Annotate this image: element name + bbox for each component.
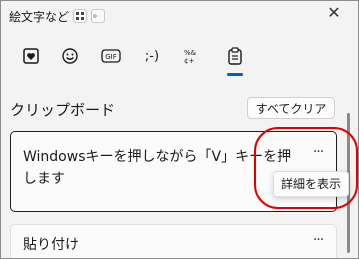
smiley-icon[interactable] (57, 43, 83, 69)
symbols-icon[interactable]: %& ¢+ (179, 43, 205, 69)
more-options-icon[interactable]: ··· (307, 233, 329, 251)
heart-sticker-icon[interactable] (18, 43, 44, 69)
svg-text:¢+: ¢+ (184, 57, 194, 65)
clipboard-item[interactable]: 貼り付け ··· (10, 224, 337, 258)
kaomoji-icon[interactable]: ;-) (139, 43, 165, 69)
punctuation-chip[interactable]: 。 (91, 9, 105, 23)
clear-all-button[interactable]: すべてクリア (247, 97, 335, 119)
clipboard-item-text: 貼り付け (23, 237, 79, 253)
clipboard-icon[interactable] (222, 43, 248, 76)
category-tabs: GIF ;-) %& ¢+ (1, 39, 358, 76)
window-title: 絵文字など (9, 10, 70, 24)
gif-icon[interactable]: GIF (98, 43, 124, 69)
annotation-circle (254, 127, 358, 209)
close-icon[interactable]: ✕ (324, 3, 344, 23)
grid-view-icon[interactable] (73, 9, 87, 23)
svg-text:%&: %& (184, 49, 197, 57)
clipboard-item-text: Windowsキーを押しながら「V」キーを押します (23, 149, 292, 187)
clipboard-section-title: クリップボード (10, 101, 116, 119)
svg-text:GIF: GIF (105, 53, 117, 61)
title-bar: 絵文字など 。 ✕ (1, 1, 358, 31)
